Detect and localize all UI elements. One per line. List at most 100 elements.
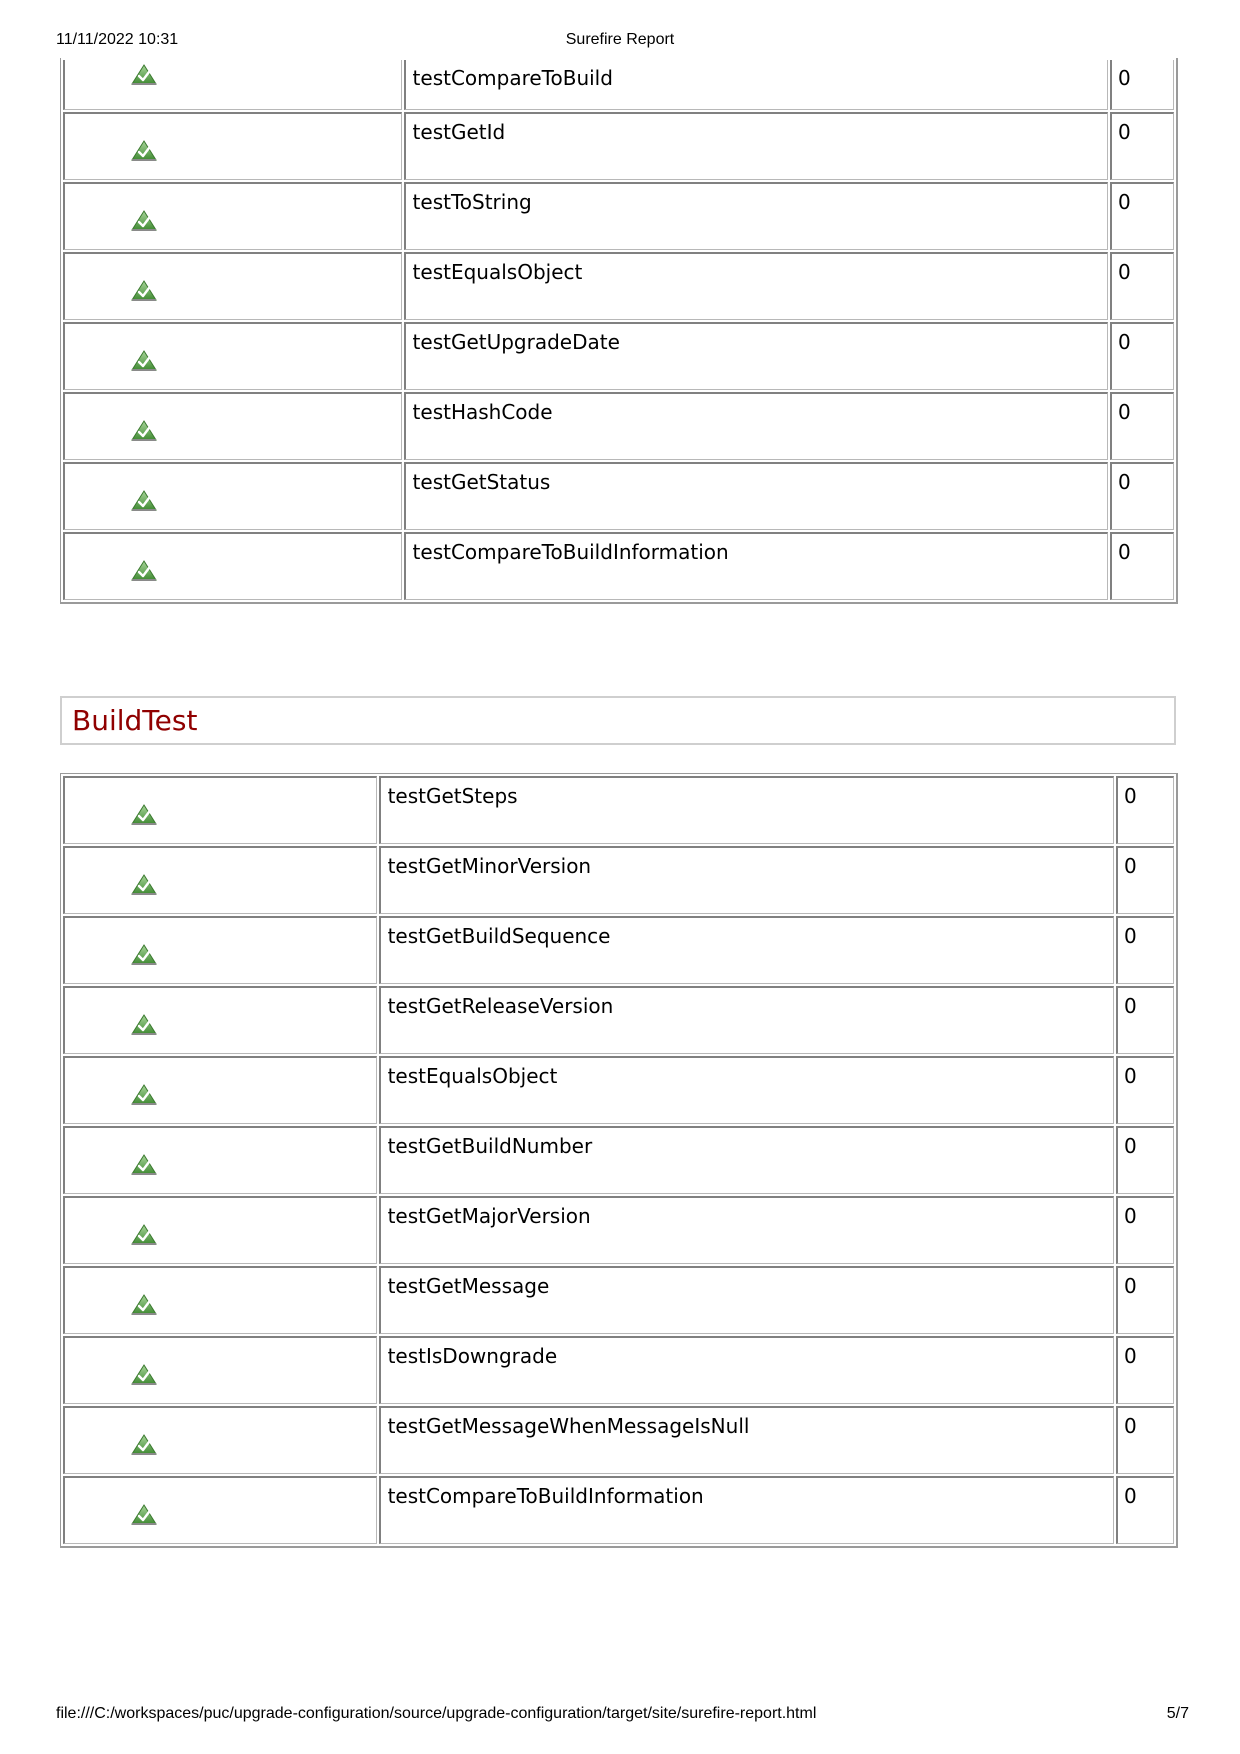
section-heading: BuildTest	[60, 696, 1176, 745]
test-time-cell: 0	[1110, 392, 1174, 460]
status-cell	[63, 1126, 377, 1194]
test-time-cell: 0	[1116, 1196, 1174, 1264]
test-name-cell: testGetMessageWhenMessageIsNull	[378, 1406, 1115, 1474]
test-name-cell: testGetSteps	[378, 776, 1115, 844]
status-cell	[63, 1266, 377, 1334]
status-cell	[63, 532, 402, 600]
status-cell	[63, 252, 402, 320]
table-row: testCompareToBuildInformation 0	[63, 532, 1174, 600]
test-name-cell: testGetMessage	[378, 1266, 1115, 1334]
table-row: testGetStatus 0	[63, 462, 1174, 530]
test-name-cell: testGetId	[403, 112, 1109, 180]
table-row: testToString 0	[63, 182, 1174, 250]
success-icon	[131, 1224, 157, 1246]
table-row: testGetMajorVersion 0	[63, 1196, 1174, 1264]
test-time-cell: 0	[1116, 1056, 1174, 1124]
status-cell	[63, 1336, 377, 1404]
status-cell	[63, 322, 402, 390]
table-row: testIsDowngrade 0	[63, 1336, 1174, 1404]
status-cell	[63, 776, 377, 844]
print-page-number: 5/7	[1166, 1705, 1189, 1722]
test-name-cell: testEqualsObject	[378, 1056, 1115, 1124]
test-time-cell: 0	[1110, 60, 1174, 110]
status-cell	[63, 986, 377, 1054]
success-icon	[131, 1154, 157, 1176]
table-row: testGetReleaseVersion 0	[63, 986, 1174, 1054]
status-cell	[63, 392, 402, 460]
success-icon	[131, 140, 157, 162]
success-icon	[131, 1014, 157, 1036]
buildtest-test-table: testGetSteps 0 testGetMinorVersion 0 testGet…	[60, 773, 1178, 1548]
table-row: testEqualsObject 0	[63, 252, 1174, 320]
test-time-cell: 0	[1116, 986, 1174, 1054]
success-icon	[131, 64, 157, 86]
test-name-cell: testGetMinorVersion	[378, 846, 1115, 914]
table-row: testHashCode 0	[63, 392, 1174, 460]
test-name-cell: testEqualsObject	[403, 252, 1109, 320]
test-name-cell: testGetStatus	[403, 462, 1109, 530]
success-icon	[131, 280, 157, 302]
print-page-title: Surefire Report	[565, 31, 675, 48]
test-time-cell: 0	[1110, 532, 1174, 600]
status-cell	[63, 1056, 377, 1124]
test-name-cell: testHashCode	[403, 392, 1109, 460]
status-cell	[63, 1406, 377, 1474]
success-icon	[131, 350, 157, 372]
test-name-cell: testToString	[403, 182, 1109, 250]
success-icon	[131, 944, 157, 966]
test-name-cell: testGetUpgradeDate	[403, 322, 1109, 390]
success-icon	[131, 210, 157, 232]
test-time-cell: 0	[1110, 322, 1174, 390]
print-footer: file:///C:/workspaces/puc/upgrade-config…	[0, 1705, 1240, 1725]
print-header: 11/11/2022 10:31 Surefire Report	[0, 31, 1240, 51]
table-row: testEqualsObject 0	[63, 1056, 1174, 1124]
table-row: testGetSteps 0	[63, 776, 1174, 844]
table-row: testCompareToBuild 0	[63, 60, 1174, 110]
test-time-cell: 0	[1116, 776, 1174, 844]
table-row: testGetMessageWhenMessageIsNull 0	[63, 1406, 1174, 1474]
table-row: testCompareToBuildInformation 0	[63, 1476, 1174, 1544]
table-row: testGetMinorVersion 0	[63, 846, 1174, 914]
test-time-cell: 0	[1116, 1126, 1174, 1194]
test-time-cell: 0	[1110, 252, 1174, 320]
test-time-cell: 0	[1116, 846, 1174, 914]
table-row: testGetUpgradeDate 0	[63, 322, 1174, 390]
status-cell	[63, 60, 402, 110]
status-cell	[63, 112, 402, 180]
test-name-cell: testGetMajorVersion	[378, 1196, 1115, 1264]
success-icon	[131, 560, 157, 582]
print-file-path: file:///C:/workspaces/puc/upgrade-config…	[56, 1705, 817, 1722]
status-cell	[63, 1476, 377, 1544]
test-time-cell: 0	[1116, 916, 1174, 984]
status-cell	[63, 182, 402, 250]
success-icon	[131, 804, 157, 826]
test-name-cell: testGetBuildNumber	[378, 1126, 1115, 1194]
success-icon	[131, 1294, 157, 1316]
test-time-cell: 0	[1116, 1266, 1174, 1334]
table-row: testGetBuildSequence 0	[63, 916, 1174, 984]
test-time-cell: 0	[1110, 182, 1174, 250]
test-name-cell: testCompareToBuildInformation	[403, 532, 1109, 600]
success-icon	[131, 1364, 157, 1386]
status-cell	[63, 462, 402, 530]
test-name-cell: testCompareToBuild	[403, 60, 1109, 110]
success-icon	[131, 1434, 157, 1456]
success-icon	[131, 490, 157, 512]
section-heading-title: BuildTest	[72, 704, 198, 737]
status-cell	[63, 846, 377, 914]
test-time-cell: 0	[1116, 1406, 1174, 1474]
success-icon	[131, 874, 157, 896]
status-cell	[63, 1196, 377, 1264]
test-time-cell: 0	[1110, 462, 1174, 530]
test-time-cell: 0	[1116, 1336, 1174, 1404]
test-name-cell: testIsDowngrade	[378, 1336, 1115, 1404]
test-time-cell: 0	[1116, 1476, 1174, 1544]
table-row: testGetBuildNumber 0	[63, 1126, 1174, 1194]
success-icon	[131, 420, 157, 442]
test-time-cell: 0	[1110, 112, 1174, 180]
success-icon	[131, 1084, 157, 1106]
table-row: testGetMessage 0	[63, 1266, 1174, 1334]
table-row: testGetId 0	[63, 112, 1174, 180]
status-cell	[63, 916, 377, 984]
test-name-cell: testGetReleaseVersion	[378, 986, 1115, 1054]
